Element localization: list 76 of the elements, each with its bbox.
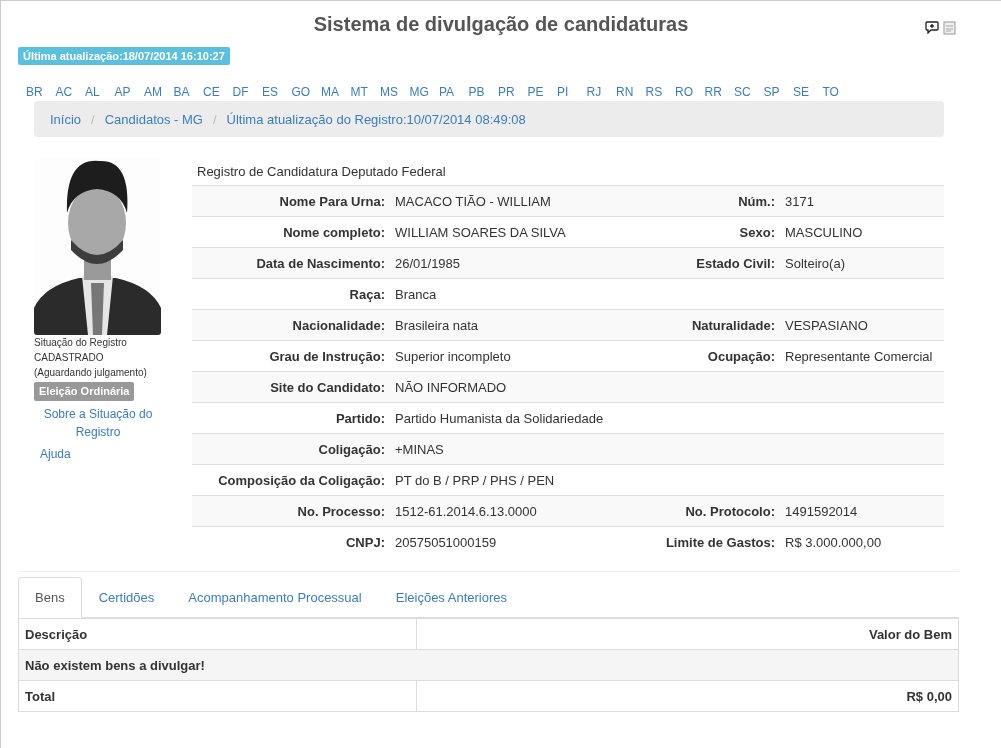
state-link[interactable]: AP xyxy=(114,85,144,99)
field-value: MACACO TIÃO - WILLIAM xyxy=(390,185,630,217)
field-value: VESPASIANO xyxy=(780,309,944,341)
state-link[interactable]: AL xyxy=(85,85,115,99)
tab[interactable]: Certidões xyxy=(81,577,172,618)
field-label: Estado Civil: xyxy=(630,247,780,279)
state-link[interactable]: TO xyxy=(822,85,852,99)
breadcrumb-link[interactable]: Candidatos - MG xyxy=(104,111,203,127)
field-value: 3171 xyxy=(780,185,944,217)
state-link[interactable]: SP xyxy=(763,85,793,99)
situation-value: CADASTRADO xyxy=(34,351,105,365)
state-link[interactable]: SE xyxy=(793,85,823,99)
state-link[interactable]: RJ xyxy=(586,85,616,99)
state-link[interactable]: GO xyxy=(291,85,321,99)
field-label: No. Protocolo: xyxy=(630,495,780,527)
state-link[interactable]: PA xyxy=(439,85,469,99)
field-label: Site do Candidato: xyxy=(192,371,390,403)
tab[interactable]: Acompanhamento Processual xyxy=(171,577,379,618)
last-update-badge: Última atualização:18/07/2014 16:10:27 xyxy=(18,47,230,65)
details-caption: Registro de Candidatura Deputado Federal xyxy=(196,163,447,181)
election-type-badge: Eleição Ordinária xyxy=(34,382,135,401)
breadcrumb-link[interactable]: Início xyxy=(50,111,82,127)
state-link[interactable]: RS xyxy=(645,85,675,99)
state-link[interactable]: PR xyxy=(498,85,528,99)
field-label: CNPJ: xyxy=(192,526,390,557)
field-label: Nacionalidade: xyxy=(192,309,390,341)
field-value: Solteiro(a) xyxy=(780,247,944,279)
breadcrumb-separator: / xyxy=(212,111,217,127)
state-link[interactable]: SC xyxy=(734,85,764,99)
situation-info-link[interactable]: Sobre a Situação do Registro xyxy=(34,405,162,441)
state-link[interactable]: RR xyxy=(704,85,734,99)
state-link[interactable]: BR xyxy=(26,85,56,99)
state-link[interactable]: ES xyxy=(262,85,292,99)
state-link[interactable]: AC xyxy=(55,85,85,99)
field-value: +MINAS xyxy=(390,433,630,465)
field-label: Nome Para Urna: xyxy=(192,185,390,217)
field-value: 20575051000159 xyxy=(390,526,630,557)
field-label: Limite de Gastos: xyxy=(630,526,780,557)
state-link[interactable]: BA xyxy=(173,85,203,99)
field-label: Núm.: xyxy=(630,185,780,217)
state-link[interactable]: AM xyxy=(144,85,174,99)
state-link[interactable]: MG xyxy=(409,85,439,99)
state-link[interactable]: RO xyxy=(675,85,705,99)
total-value: R$ 0,00 xyxy=(416,680,959,712)
field-value: Brasileira nata xyxy=(390,309,630,341)
field-value: 26/01/1985 xyxy=(390,247,630,279)
state-link[interactable]: DF xyxy=(232,85,262,99)
situation-note: (Aguardando julgamento) xyxy=(34,366,148,380)
state-link[interactable]: MA xyxy=(321,85,351,99)
page-title: Sistema de divulgação de candidaturas xyxy=(313,13,689,36)
help-link[interactable]: Ajuda xyxy=(34,445,162,463)
state-link[interactable]: MT xyxy=(350,85,380,99)
field-value: NÃO INFORMADO xyxy=(390,371,630,403)
field-label: Coligação: xyxy=(192,433,390,465)
field-value: 1512-61.2014.6.13.0000 xyxy=(390,495,630,527)
state-link[interactable]: CE xyxy=(203,85,233,99)
breadcrumb-link[interactable]: Última atualização do Registro:10/07/2014 08:49:08 xyxy=(226,111,526,127)
tab[interactable]: Eleições Anteriores xyxy=(378,577,524,618)
column-header: Valor do Bem xyxy=(416,618,959,650)
field-label: Data de Nascimento: xyxy=(192,247,390,279)
state-link[interactable]: MS xyxy=(380,85,410,99)
field-value: R$ 3.000.000,00 xyxy=(780,526,944,557)
comment-add-icon[interactable] xyxy=(925,21,939,34)
state-link[interactable]: PB xyxy=(468,85,498,99)
field-label: Naturalidade: xyxy=(630,309,780,341)
total-label: Total xyxy=(18,680,417,712)
field-label: No. Processo: xyxy=(192,495,390,527)
state-link[interactable]: RN xyxy=(616,85,646,99)
state-link[interactable]: PE xyxy=(527,85,557,99)
column-header: Descrição xyxy=(18,618,417,650)
state-link[interactable]: PI xyxy=(557,85,587,99)
empty-message: Não existem bens a divulgar! xyxy=(18,649,959,681)
breadcrumb-separator: / xyxy=(91,111,95,127)
situation-label: Situação do Registro xyxy=(34,336,128,350)
tab[interactable]: Bens xyxy=(18,577,82,618)
field-value: 1491592014 xyxy=(780,495,944,527)
